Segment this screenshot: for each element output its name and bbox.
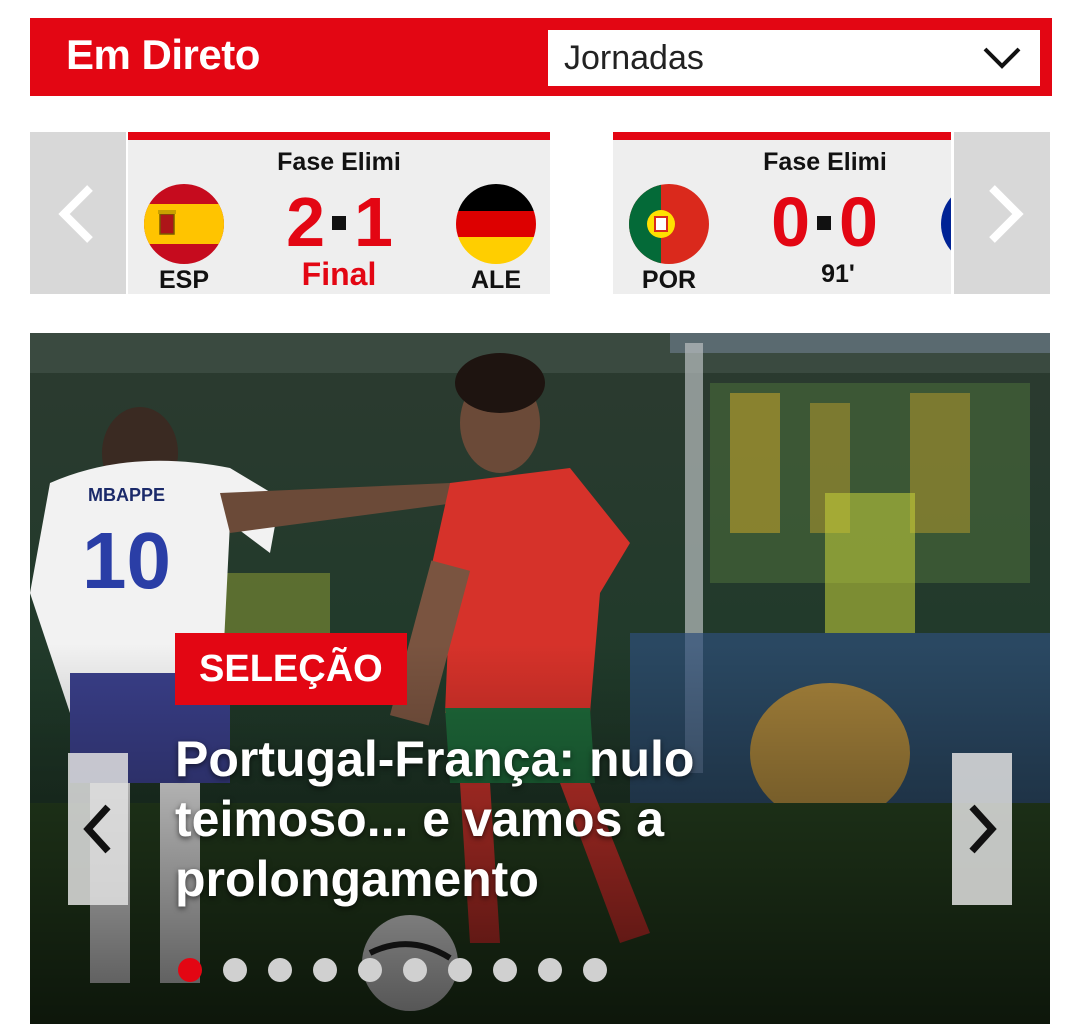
carousel-dot[interactable] <box>448 958 472 982</box>
flag-spain-icon <box>144 184 224 264</box>
carousel-dot[interactable] <box>583 958 607 982</box>
away-score: 0 <box>839 183 878 261</box>
article-headline[interactable]: Portugal-França: nulo teimoso... e vamos… <box>175 729 895 909</box>
match-card[interactable]: Fase Elimi ESP 21 Final ALE <box>128 132 550 294</box>
home-team-code: ESP <box>158 266 210 294</box>
chevron-left-icon <box>83 804 111 854</box>
carousel-dot[interactable] <box>403 958 427 982</box>
chevron-right-icon <box>969 804 997 854</box>
scores-next-button[interactable] <box>954 132 1050 294</box>
match-card[interactable]: Fase Elimi POR 00 91' <box>613 132 951 294</box>
score-separator <box>332 215 346 230</box>
carousel-dot[interactable] <box>358 958 382 982</box>
chevron-left-icon <box>58 185 93 243</box>
header-underline <box>30 90 540 96</box>
home-score: 2 <box>286 183 325 261</box>
flag-france-icon <box>941 184 951 264</box>
carousel-dot[interactable] <box>313 958 337 982</box>
carousel-dot[interactable] <box>223 958 247 982</box>
flag-germany-icon <box>456 184 536 264</box>
home-score: 0 <box>771 183 810 261</box>
away-team-code: ALE <box>471 266 521 294</box>
flag-portugal-icon <box>629 184 709 264</box>
match-score: 00 <box>744 182 904 262</box>
match-phase: Fase Elimi <box>763 148 887 176</box>
hero-prev-button[interactable] <box>68 753 128 905</box>
match-phase: Fase Elimi <box>277 148 401 176</box>
live-title: Em Direto <box>66 31 260 78</box>
carousel-dot[interactable] <box>493 958 517 982</box>
carousel-dot[interactable] <box>178 958 202 982</box>
hero-carousel[interactable]: MBAPPE 10 SELEÇÃO Portugal-França: nulo … <box>30 333 1050 1024</box>
rounds-select-value: Jornadas <box>564 39 704 77</box>
carousel-dot[interactable] <box>538 958 562 982</box>
chevron-right-icon <box>989 185 1024 243</box>
match-status: Final <box>301 256 377 292</box>
home-team-code: POR <box>641 266 697 294</box>
carousel-dot[interactable] <box>268 958 292 982</box>
chevron-down-icon <box>983 47 1021 69</box>
rounds-select[interactable]: Jornadas <box>545 27 1043 89</box>
score-separator <box>817 215 831 230</box>
away-score: 1 <box>354 183 393 261</box>
match-score: 21 <box>259 182 419 262</box>
hero-next-button[interactable] <box>952 753 1012 905</box>
scores-prev-button[interactable] <box>30 132 126 294</box>
match-minute: 91' <box>821 260 855 288</box>
category-tag[interactable]: SELEÇÃO <box>175 633 407 705</box>
